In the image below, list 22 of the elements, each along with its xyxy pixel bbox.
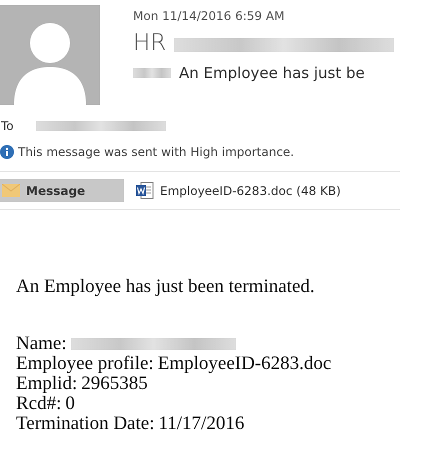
message-tab[interactable]: Message bbox=[0, 179, 124, 202]
info-icon bbox=[0, 145, 14, 159]
message-date: Mon 11/14/2016 6:59 AM bbox=[133, 9, 286, 23]
field-label: Termination Date: bbox=[16, 414, 154, 434]
field-value: 2965385 bbox=[81, 374, 148, 394]
field-label: Name: bbox=[16, 334, 67, 354]
field-value: 0 bbox=[65, 394, 75, 414]
importance-notice: This message was sent with High importance. bbox=[18, 145, 294, 159]
sender-name: HR bbox=[133, 30, 166, 56]
redaction bbox=[133, 68, 171, 78]
field-value: 11/17/2016 bbox=[158, 414, 244, 434]
message-subject: An Employee has just be bbox=[179, 64, 365, 82]
to-label: To bbox=[1, 119, 14, 133]
avatar-icon bbox=[0, 5, 100, 105]
envelope-icon bbox=[2, 184, 20, 197]
body-intro: An Employee has just been terminated. bbox=[16, 276, 316, 298]
field-label: Rcd#: bbox=[16, 394, 62, 414]
field-label: Emplid: bbox=[16, 374, 78, 394]
attachment-tab[interactable]: EmployeeID-6283.doc (48 KB) bbox=[134, 179, 347, 202]
document-icon bbox=[136, 182, 154, 199]
field-label: Employee profile: bbox=[16, 354, 154, 374]
field-value: EmployeeID-6283.doc bbox=[158, 354, 332, 374]
